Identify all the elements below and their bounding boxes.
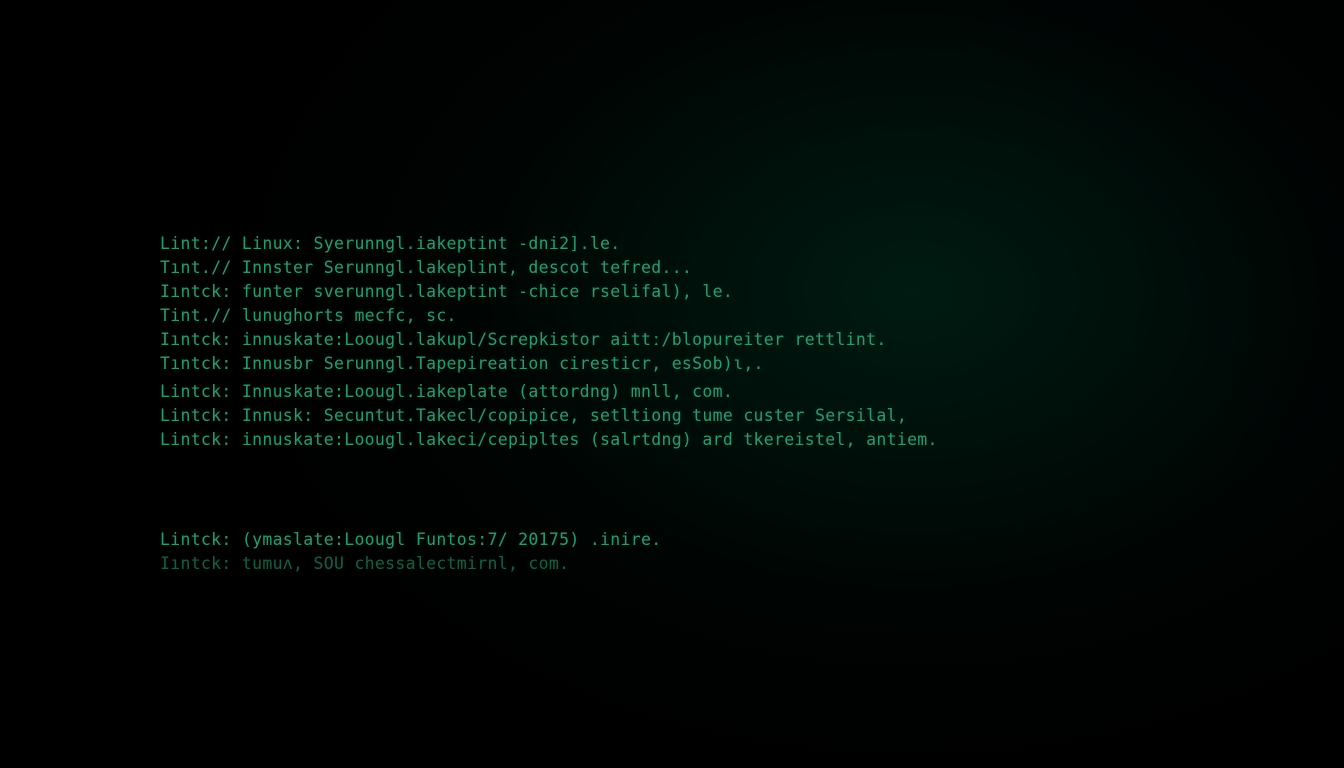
console-line: Tıntck: Innusbr Serunngl.Tapepireation c… <box>160 352 1260 376</box>
console-line: Lintck: innuskate:Loougl.lakeci/cepiplte… <box>160 428 1260 452</box>
console-line: Tint.// lunughorts mecfc, sc. <box>160 304 1260 328</box>
terminal-output: Lint:// Linux: Syerunngl.iakeptint -dni2… <box>160 232 1260 576</box>
console-line: Iıntck: funter sverunngl.lakeptint -chic… <box>160 280 1260 304</box>
console-line: Lint:// Linux: Syerunngl.iakeptint -dni2… <box>160 232 1260 256</box>
console-line: Tınt.// Innster Serunngl.lakeplint, desc… <box>160 256 1260 280</box>
console-line: Iıntck: tumuʌ, SOU chessalectmirnl, com. <box>160 552 1260 576</box>
console-line: Lintck: Innuskate:Loougl.iakeplate (atto… <box>160 380 1260 404</box>
console-line: Lintck: Innusk: Secuntut.Takecl/copipice… <box>160 404 1260 428</box>
console-line: Lintck: (ymaslate:Loougl Funtos:7/ 20175… <box>160 528 1260 552</box>
console-line: Iıntck: innuskate:Loougl.lakupl/Screpkis… <box>160 328 1260 352</box>
